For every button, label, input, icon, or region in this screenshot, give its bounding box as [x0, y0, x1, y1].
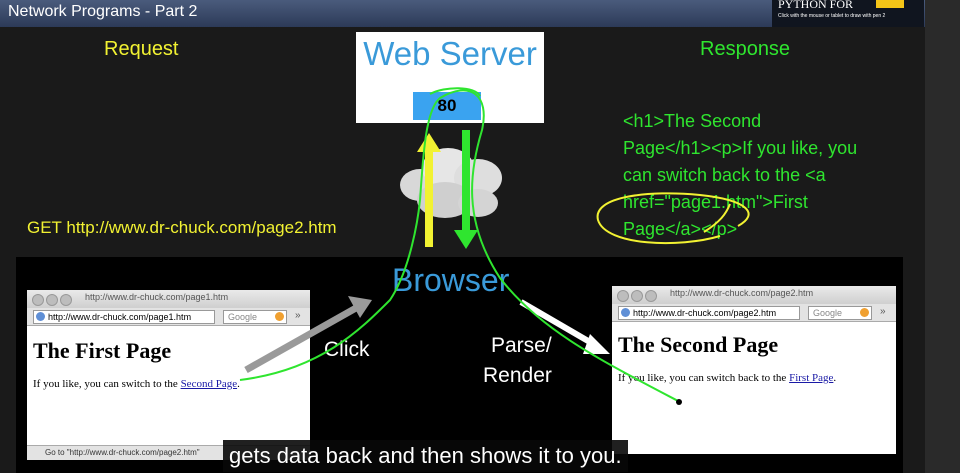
overlay-arrows [239, 87, 750, 405]
slide: Network Programs - Part 2 PYTHON FOR Cli… [0, 0, 925, 473]
render-arrow-icon [519, 299, 610, 354]
video-frame: Network Programs - Part 2 PYTHON FOR Cli… [0, 0, 960, 473]
video-caption: gets data back and then shows it to you. [223, 440, 628, 472]
pen-circle-annotation-icon [596, 192, 750, 244]
pen-annotation-icon [239, 87, 681, 403]
pen-tip-icon [676, 399, 682, 405]
side-strip [925, 0, 960, 473]
